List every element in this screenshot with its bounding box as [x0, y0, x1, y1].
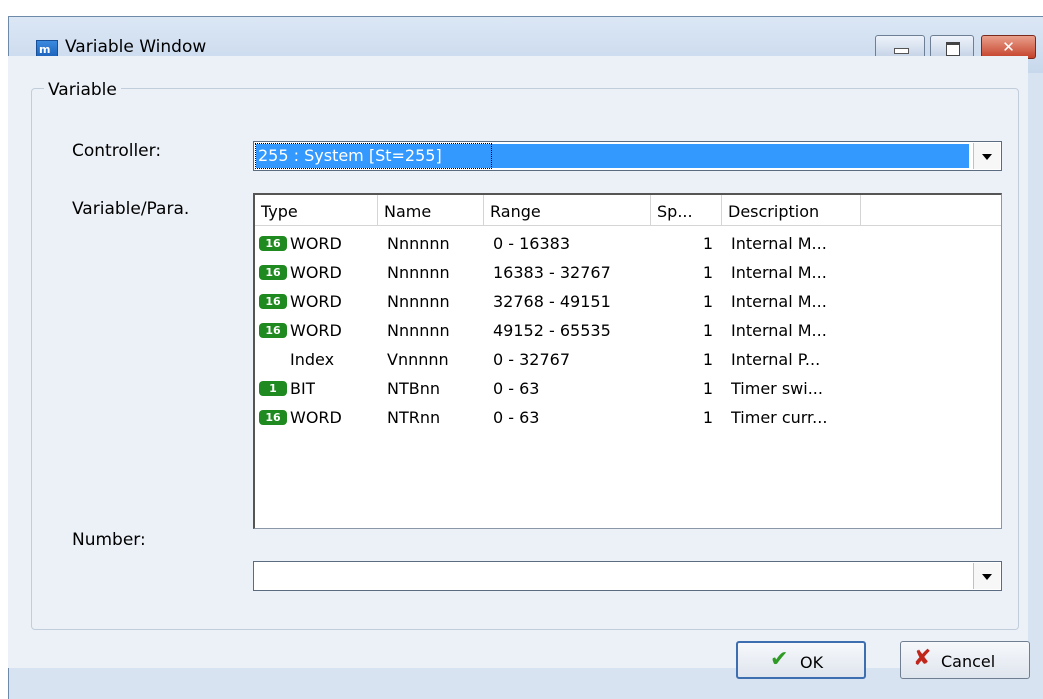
- type-cell: WORD: [290, 292, 342, 311]
- checkmark-icon: ✔: [770, 647, 789, 672]
- ok-button[interactable]: ✔ OK: [736, 641, 866, 679]
- table-row[interactable]: 16 WORD Nnnnnn 16383 - 32767 1 Internal …: [255, 258, 1001, 287]
- data-type-badge-icon: 16: [259, 410, 287, 425]
- description-cell: Internal M...: [731, 292, 827, 311]
- column-header-description[interactable]: Description: [722, 195, 861, 225]
- range-cell: 0 - 32767: [493, 350, 571, 369]
- sp-cell: 1: [702, 321, 713, 340]
- range-cell: 0 - 16383: [493, 234, 571, 253]
- cancel-label: Cancel: [941, 652, 996, 671]
- minimize-icon: [876, 36, 924, 58]
- controller-dropdown-arrow-icon[interactable]: [973, 143, 1000, 169]
- table-row[interactable]: Index Vnnnnn 0 - 32767 1 Internal P...: [255, 345, 1001, 374]
- range-cell: 16383 - 32767: [493, 263, 611, 282]
- range-cell: 0 - 63: [493, 379, 540, 398]
- type-cell: WORD: [290, 408, 342, 427]
- type-cell: BIT: [290, 379, 316, 398]
- description-cell: Internal M...: [731, 321, 827, 340]
- list-header: Type Name Range Sp... Description: [255, 195, 1001, 226]
- close-icon: ✕: [1002, 38, 1015, 56]
- window-title: Variable Window: [65, 37, 207, 57]
- name-cell: Nnnnnn: [387, 292, 450, 311]
- groupbox-title: Variable: [44, 80, 121, 100]
- name-cell: NTBnn: [387, 379, 440, 398]
- range-cell: 0 - 63: [493, 408, 540, 427]
- controller-label: Controller:: [72, 141, 162, 161]
- table-row[interactable]: 16 WORD Nnnnnn 32768 - 49151 1 Internal …: [255, 287, 1001, 316]
- name-cell: Nnnnnn: [387, 234, 450, 253]
- variable-list[interactable]: Type Name Range Sp... Description 16 WOR…: [253, 193, 1002, 529]
- type-cell: WORD: [290, 263, 342, 282]
- range-cell: 49152 - 65535: [493, 321, 611, 340]
- maximize-icon: [931, 36, 973, 58]
- data-type-badge-icon: 16: [259, 294, 287, 309]
- table-row[interactable]: 16 WORD Nnnnnn 0 - 16383 1 Internal M...: [255, 229, 1001, 258]
- table-row[interactable]: 16 WORD Nnnnnn 49152 - 65535 1 Internal …: [255, 316, 1001, 345]
- column-header-name[interactable]: Name: [378, 195, 484, 225]
- controller-dropdown[interactable]: 255 : System [St=255]: [253, 141, 1002, 171]
- description-cell: Internal M...: [731, 263, 827, 282]
- sp-cell: 1: [702, 350, 713, 369]
- number-dropdown[interactable]: [253, 561, 1002, 591]
- name-cell: NTRnn: [387, 408, 441, 427]
- data-type-badge-icon: 16: [259, 236, 287, 251]
- description-cell: Internal P...: [731, 350, 821, 369]
- column-header-sp[interactable]: Sp...: [651, 195, 722, 225]
- type-cell: Index: [290, 350, 335, 369]
- number-label: Number:: [72, 530, 146, 550]
- data-type-badge-icon: 1: [259, 381, 287, 396]
- cancel-button[interactable]: ✘ Cancel: [900, 641, 1030, 679]
- number-value: [256, 564, 969, 588]
- type-cell: WORD: [290, 321, 342, 340]
- description-cell: Timer swi...: [731, 379, 823, 398]
- table-row[interactable]: 16 WORD NTRnn 0 - 63 1 Timer curr...: [255, 403, 1001, 432]
- sp-cell: 1: [702, 408, 713, 427]
- description-cell: Internal M...: [731, 234, 827, 253]
- column-header-range[interactable]: Range: [484, 195, 651, 225]
- description-cell: Timer curr...: [731, 408, 828, 427]
- data-type-badge-icon: 16: [259, 323, 287, 338]
- name-cell: Nnnnnn: [387, 321, 450, 340]
- controller-selected-value: 255 : System [St=255]: [256, 144, 969, 168]
- name-cell: Vnnnnn: [387, 350, 449, 369]
- sp-cell: 1: [702, 263, 713, 282]
- name-cell: Nnnnnn: [387, 263, 450, 282]
- range-cell: 32768 - 49151: [493, 292, 611, 311]
- variable-para-label: Variable/Para.: [72, 199, 190, 219]
- data-type-badge-icon: 16: [259, 265, 287, 280]
- sp-cell: 1: [702, 234, 713, 253]
- number-dropdown-arrow-icon[interactable]: [973, 563, 1000, 589]
- type-cell: WORD: [290, 234, 342, 253]
- sp-cell: 1: [702, 292, 713, 311]
- sp-cell: 1: [702, 379, 713, 398]
- cross-icon: ✘: [913, 646, 932, 671]
- table-row[interactable]: 1 BIT NTBnn 0 - 63 1 Timer swi...: [255, 374, 1001, 403]
- column-header-type[interactable]: Type: [255, 195, 378, 225]
- ok-label: OK: [800, 653, 824, 672]
